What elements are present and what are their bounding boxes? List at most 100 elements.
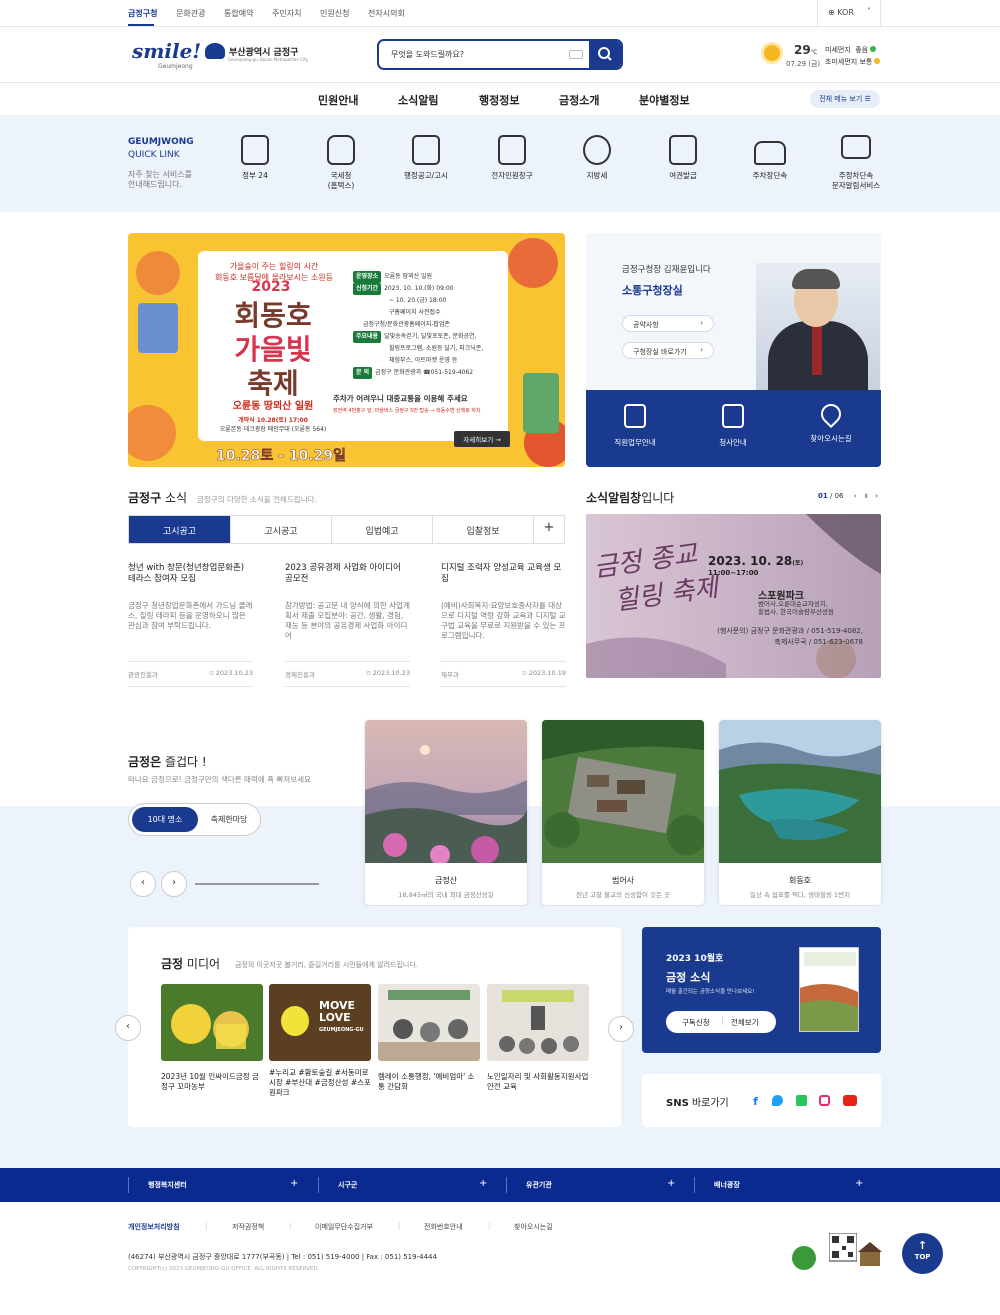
plus-icon[interactable]: + <box>290 1178 298 1189</box>
plus-icon[interactable]: + <box>479 1178 487 1189</box>
media-next-button[interactable]: › <box>608 1016 634 1042</box>
topbar-link-geumjeong[interactable]: 금정구청 <box>128 8 157 19</box>
media-prev-button[interactable]: ‹ <box>115 1015 141 1041</box>
magazine-cover-image[interactable] <box>799 947 859 1032</box>
mayor-office-button[interactable]: 구청장실 바로가기 › <box>622 342 714 359</box>
enjoy-prev-button[interactable]: ‹ <box>130 871 156 897</box>
footer-dropdown-agencies[interactable]: 유관기관 <box>526 1180 552 1190</box>
tab-notice-2[interactable]: 고시공고 <box>231 516 332 543</box>
quick-item-passport[interactable]: 여권발급 <box>643 135 723 181</box>
plus-icon[interactable]: + <box>855 1178 863 1189</box>
topbar-link-civil[interactable]: 민원신청 <box>320 8 349 19</box>
popup-page-total: 06 <box>834 492 844 500</box>
smile-logo[interactable]: smile! <box>132 39 201 63</box>
enjoy-toggle: 10대 명소 축제한마당 <box>128 803 261 836</box>
search-box: 무엇을 도와드릴까요? <box>377 39 623 70</box>
quick-item-e-civil[interactable]: 전자민원창구 <box>472 135 552 181</box>
attraction-card[interactable]: 범어사 천년 고찰 불교의 신성함이 깃든 곳 <box>542 720 704 905</box>
all-menu-button[interactable]: 전체 메뉴 보기 ☰ <box>810 90 880 108</box>
quick-label: 주정차단속 문자알림서비스 <box>816 171 896 191</box>
info-tag-place: 운영장소 <box>353 271 382 283</box>
news-title-bold: 금정구 <box>128 491 162 505</box>
gnb-civil[interactable]: 민원안내 <box>318 92 358 108</box>
pm10-label: 미세먼지 <box>825 46 851 54</box>
news-item[interactable]: 2023 공유경제 사업화 아이디어 공모전 참가방법: 공고문 내 양식에 의… <box>285 563 410 687</box>
subscribe-button[interactable]: 구독신청 <box>682 1017 710 1028</box>
quick-item-notice[interactable]: 행정공고/고시 <box>386 135 466 181</box>
view-all-button[interactable]: 전체보기 <box>731 1017 759 1028</box>
quick-item-parking[interactable]: 주차장단속 <box>730 135 810 181</box>
footer-directions-link[interactable]: 찾아오시는길 <box>514 1222 553 1232</box>
video-item[interactable]: 렘레이 소통행정, '예비엄마' 소통 간담회 <box>378 984 480 1092</box>
pm10-value: 좋음 <box>855 46 869 54</box>
popup-slide[interactable]: 금정 종교 힐링 축제 2023. 10. 28(토) 11:00~17:00 스… <box>586 514 881 678</box>
footer-email-link[interactable]: 이메일무단수집거부 <box>315 1222 373 1232</box>
info-apply-2: ~ 10. 20.(금) 18:00 <box>389 297 447 304</box>
popup-date: 2023. 10. 28(토) <box>708 554 803 568</box>
gnb-news[interactable]: 소식알림 <box>398 92 438 108</box>
band-icon[interactable] <box>796 1095 807 1106</box>
quick-item-hometax[interactable]: 국세청 (홈택스) <box>301 135 381 191</box>
banner-more-button[interactable]: 자세히보기 → <box>454 431 510 447</box>
footer-dropdown-banner[interactable]: 배너광장 <box>714 1180 740 1190</box>
search-input[interactable]: 무엇을 도와드릴까요? <box>391 49 464 60</box>
youtube-icon[interactable] <box>843 1095 857 1106</box>
quick-item-local-tax[interactable]: 지방세 <box>557 135 637 181</box>
toggle-top10[interactable]: 10대 명소 <box>132 807 198 832</box>
plus-icon[interactable]: + <box>667 1178 675 1189</box>
quick-item-sms[interactable]: 주정차단속 문자알림서비스 <box>816 135 896 191</box>
news-item-date-text: 2023.10.19 <box>528 669 566 677</box>
footer-privacy-link[interactable]: 개인정보처리방침 <box>128 1222 180 1232</box>
keyboard-icon[interactable] <box>569 50 583 59</box>
topbar-link-council[interactable]: 전자시의회 <box>368 8 405 19</box>
gnb-intro[interactable]: 금정소개 <box>559 92 599 108</box>
topbar-link-autonomy[interactable]: 주민자치 <box>272 8 301 19</box>
quick-label: 여권발급 <box>669 171 697 180</box>
gnb-field[interactable]: 분야별정보 <box>639 92 690 108</box>
quick-item-gov24[interactable]: 정부 24 <box>215 135 295 181</box>
instagram-icon[interactable] <box>819 1095 830 1106</box>
video-item[interactable]: MOVE LOVE GEUMJEONG-GU #누리교 #황토숲길 #서동미로시장 … <box>269 984 371 1098</box>
tab-bid[interactable]: 입찰정보 <box>433 516 534 543</box>
car-icon <box>754 141 786 165</box>
news-item[interactable]: 디지털 조력자 양성교육 교육생 모집 (예비)사회복지·요양보호종사자를 대상… <box>441 563 566 687</box>
video-item[interactable]: 2023년 10월 인싸이드금정 금정구 꼬마농부 <box>161 984 263 1092</box>
tab-legislation[interactable]: 입법예고 <box>332 516 433 543</box>
footer-copyright-link[interactable]: 저작권정책 <box>232 1222 264 1232</box>
toggle-festival[interactable]: 축제한마당 <box>199 814 259 825</box>
footer-dropdown-city[interactable]: 시구군 <box>338 1180 357 1190</box>
enjoy-next-button[interactable]: › <box>161 871 187 897</box>
twitter-icon[interactable] <box>772 1095 783 1106</box>
temperature-unit: ℃ <box>810 49 818 56</box>
news-item[interactable]: 청년 with 창문(청년창업문화촌) 테라스 참여자 모집 금정구 청년창업문… <box>128 563 253 687</box>
enjoy-title: 금정은 즐겁다 ! <box>128 753 207 770</box>
search-button[interactable] <box>589 41 621 68</box>
magazine-actions: 구독신청 | 전체보기 <box>666 1011 776 1033</box>
footer-link-bar: 행정복지센터 + 시구군 + 유관기관 + 배너광장 + <box>0 1168 1000 1202</box>
attraction-card[interactable]: 회동호 일상 속 쉼표를 찍다, 생태힐링 1번지 <box>719 720 881 905</box>
festival-banner[interactable]: 가을숲이 주는 힐링의 시간 회동호 보름달에 올라보시는 소원등 2023 회동… <box>128 233 565 467</box>
news-more-button[interactable]: + <box>534 516 564 543</box>
pause-icon[interactable]: ॥ <box>864 492 868 500</box>
info-apply-3: 구홈페이지 사전접수 <box>389 309 441 316</box>
footer-dropdown-welfare[interactable]: 행정복지센터 <box>148 1180 187 1190</box>
quick-desc-line1: 자주 찾는 서비스를 <box>128 170 192 179</box>
topbar-link-reservation[interactable]: 통합예약 <box>224 8 253 19</box>
office-guide-link[interactable]: 청사안내 <box>684 404 782 448</box>
back-to-top-button[interactable]: ↑ TOP <box>902 1233 943 1274</box>
attraction-card[interactable]: 금정산 18,845㎥의 국내 최대 금정산성길 <box>365 720 527 905</box>
video-item[interactable]: 노인일자리 및 사회활동지원사업 안전 교육 <box>487 984 589 1092</box>
staff-guide-link[interactable]: 직원업무안내 <box>586 404 684 448</box>
prev-icon[interactable]: ‹ <box>854 492 857 500</box>
popup-contact-2: 축제사무국 / 051-623-0678 <box>774 638 863 646</box>
facebook-icon[interactable]: f <box>750 1095 761 1108</box>
language-selector[interactable]: ⊕ KOR ˅ <box>817 0 881 27</box>
topbar-link-culture[interactable]: 문화관광 <box>176 8 205 19</box>
directions-link[interactable]: 찾아오시는길 <box>782 399 880 444</box>
gnb-admin[interactable]: 행정정보 <box>479 92 519 108</box>
tab-notice-1[interactable]: 고시공고 <box>129 516 231 543</box>
banner-dates: 10.28토 - 10.29일 <box>216 448 346 465</box>
pledge-button[interactable]: 공약사항 › <box>622 315 714 332</box>
next-icon[interactable]: › <box>875 492 878 500</box>
footer-phone-link[interactable]: 전화번호안내 <box>424 1222 463 1232</box>
